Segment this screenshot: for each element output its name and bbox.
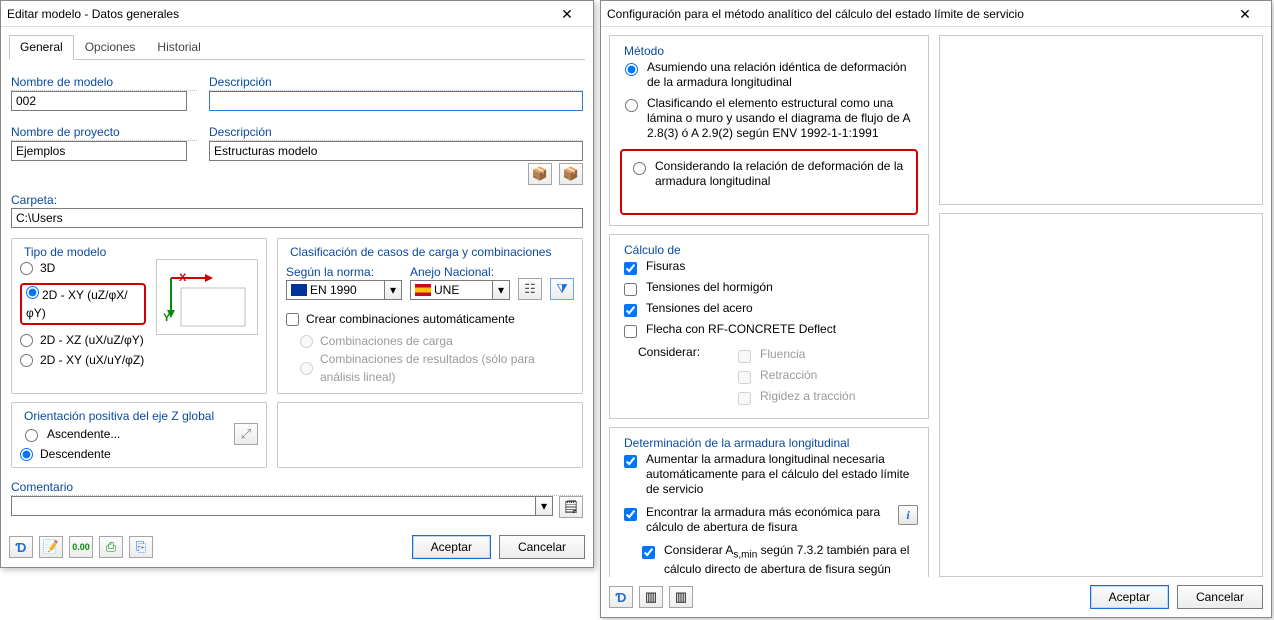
annex-select[interactable]: UNE (410, 280, 493, 300)
flag-eu-icon (291, 284, 307, 296)
model-type-2d-xy-uz[interactable]: 2D - XY (uZ/φX/φY) (20, 283, 146, 325)
group-method: Método (620, 44, 668, 58)
label-project-name: Nombre de proyecto (11, 125, 197, 141)
toolbar-btn-1[interactable]: ▥ (639, 586, 663, 608)
chevron-down-icon[interactable]: ▾ (493, 280, 510, 300)
help-icon: Ɗ (16, 540, 27, 555)
label-comment: Comentario (11, 480, 583, 496)
calc-hormigon[interactable]: Tensiones del hormigón (620, 280, 918, 299)
edit-model-dialog: Editar modelo - Datos generales ✕ Genera… (0, 0, 594, 568)
titlebar[interactable]: Editar modelo - Datos generales ✕ (1, 1, 593, 27)
export-icon: ⎙ (106, 539, 116, 555)
model-desc-input[interactable] (209, 91, 583, 111)
tab-general[interactable]: General (9, 35, 74, 60)
preview-box-top (939, 35, 1263, 205)
export-button[interactable]: ⎙ (99, 536, 123, 558)
det-asmin[interactable]: Considerar As,min según 7.3.2 también pa… (638, 543, 918, 577)
preview-box-bottom (939, 213, 1263, 577)
model-name-input[interactable] (11, 91, 187, 111)
consider-fluencia: Fluencia (734, 347, 855, 366)
consider-retraccion: Retracción (734, 368, 855, 387)
folder-open-button[interactable]: 📦 (528, 163, 552, 185)
label-model-name: Nombre de modelo (11, 75, 197, 91)
norm-select[interactable]: EN 1990 (286, 280, 385, 300)
calc-fisuras[interactable]: Fisuras (620, 259, 918, 278)
label-consider: Considerar: (638, 345, 734, 408)
group-calc: Cálculo de (620, 243, 685, 257)
tab-options[interactable]: Opciones (74, 35, 147, 60)
analytical-method-dialog: Configuración para el método analítico d… (600, 0, 1272, 618)
columns-icon: ▥ (645, 589, 657, 605)
method-opt-1[interactable]: Asumiendo una relación idéntica de defor… (620, 60, 918, 90)
comment-input[interactable] (11, 496, 536, 516)
comment-pick-button[interactable]: 🗒 (559, 496, 583, 518)
model-type-3d[interactable]: 3D (20, 259, 146, 277)
z-descending-radio[interactable]: Descendente (20, 445, 258, 463)
cancel-button[interactable]: Cancelar (499, 535, 585, 559)
group-z-orientation: Orientación positiva del eje Z global (20, 409, 218, 423)
z-ascending-radio[interactable]: Ascendente... ⤢ (20, 423, 258, 445)
units-button[interactable]: 0.00 (69, 536, 93, 558)
calc-acero[interactable]: Tensiones del acero (620, 301, 918, 320)
calc-deflect[interactable]: Flecha con RF-CONCRETE Deflect (620, 322, 918, 341)
method-opt-3[interactable]: Considerando la relación de deformación … (628, 159, 910, 189)
import-button[interactable]: ⎘ (129, 536, 153, 558)
z-ascending-button[interactable]: ⤢ (234, 423, 258, 445)
group-classification: Clasificación de casos de carga y combin… (286, 245, 555, 259)
close-icon[interactable]: ✕ (547, 3, 587, 25)
axis-diagram: X Y (156, 259, 258, 335)
help-button[interactable]: Ɗ (9, 536, 33, 558)
cancel-button[interactable]: Cancelar (1177, 585, 1263, 609)
units-icon: 0.00 (72, 542, 90, 552)
det-aumentar[interactable]: Aumentar la armadura longitudinal necesa… (620, 452, 918, 497)
help-icon: Ɗ (616, 590, 627, 605)
box-open-icon: 📦 (532, 166, 548, 182)
note-icon: 🗒 (563, 499, 580, 515)
tab-history[interactable]: Historial (146, 35, 211, 60)
tab-bar: General Opciones Historial (9, 35, 585, 60)
method-opt-2[interactable]: Clasificando el elemento estructural com… (620, 96, 918, 141)
titlebar[interactable]: Configuración para el método analítico d… (601, 1, 1271, 27)
label-annex: Anejo Nacional: (410, 265, 510, 280)
arrows-icon: ⤢ (241, 426, 251, 442)
accept-button[interactable]: Aceptar (412, 535, 491, 559)
label-project-desc: Descripción (209, 125, 583, 141)
auto-comb-check[interactable]: Crear combinaciones automáticamente (286, 310, 574, 328)
comb-res-radio: Combinaciones de resultados (sólo para a… (300, 350, 574, 386)
dialog-title: Configuración para el método analítico d… (607, 7, 1225, 21)
columns-icon: ▥ (675, 589, 687, 605)
annex-filter-button[interactable]: ⧩ (550, 278, 574, 300)
toolbar-btn-2[interactable]: ▥ (669, 586, 693, 608)
document-icon: 📝 (43, 539, 59, 555)
folder-new-button[interactable]: 📦 (559, 163, 583, 185)
folder-input[interactable] (11, 208, 583, 228)
help-button[interactable]: Ɗ (609, 586, 633, 608)
chevron-down-icon[interactable]: ▾ (385, 280, 402, 300)
import-icon: ⎘ (136, 539, 146, 555)
project-desc-input[interactable] (209, 141, 583, 161)
chevron-down-icon[interactable]: ▾ (536, 496, 553, 516)
label-model-desc: Descripción (209, 75, 583, 91)
close-icon[interactable]: ✕ (1225, 3, 1265, 25)
det-economica[interactable]: Encontrar la armadura más económica para… (620, 505, 918, 535)
flag-es-icon (415, 284, 431, 296)
notes-button[interactable]: 📝 (39, 536, 63, 558)
funnel-icon: ⧩ (556, 281, 568, 297)
accept-button[interactable]: Aceptar (1090, 585, 1169, 609)
group-det: Determinación de la armadura longitudina… (620, 436, 853, 450)
norm-settings-button[interactable]: ☷ (518, 278, 542, 300)
box-icon: 📦 (563, 166, 579, 182)
info-icon[interactable]: i (898, 505, 918, 525)
table-icon: ☷ (524, 281, 536, 297)
label-folder: Carpeta: (11, 193, 583, 208)
label-norm: Según la norma: (286, 265, 402, 280)
consider-rigidez: Rigidez a tracción (734, 389, 855, 408)
model-type-2d-xy-ux[interactable]: 2D - XY (uX/uY/φZ) (20, 351, 146, 369)
group-model-type: Tipo de modelo (20, 245, 110, 259)
dialog-title: Editar modelo - Datos generales (7, 7, 547, 21)
model-type-2d-xz[interactable]: 2D - XZ (uX/uZ/φY) (20, 331, 146, 349)
comb-carga-radio: Combinaciones de carga (300, 332, 574, 350)
project-name-input[interactable] (11, 141, 187, 161)
det-asmin-label: Considerar As,min según 7.3.2 también pa… (664, 543, 918, 577)
